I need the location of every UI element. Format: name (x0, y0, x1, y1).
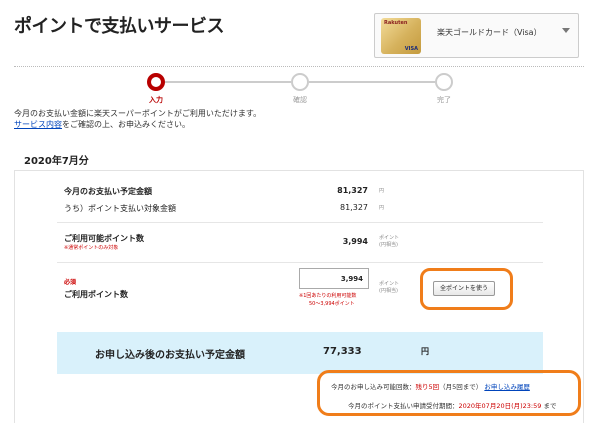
service-details-link[interactable]: サービス内容 (14, 120, 62, 129)
application-count-info: 今月のお申し込み可能回数：残り5回（月5回まで） お申し込み履歴 (331, 381, 530, 391)
intro-line-2: サービス内容をご確認の上、お申込みください。 (14, 119, 261, 130)
use-points-label: ご利用ポイント数 (64, 290, 128, 299)
limit-note-1: ※1回あたりの利用可能数 (299, 293, 357, 299)
available-points-unit: ポイント (円相当) (379, 235, 399, 249)
credit-card-image: Rakuten VISA (381, 18, 421, 54)
remaining-count: 残り5回 (415, 383, 440, 391)
application-period-info: 今月のポイント支払い申請受付期間：2020年07月20日(月)23:59 まで (348, 400, 556, 410)
step-label-complete: 完了 (437, 96, 451, 104)
step-label-confirm: 確認 (293, 96, 307, 104)
intro-text: 今月のお支払い金額に楽天スーパーポイントがご利用いただけます。 サービス内容をご… (14, 108, 261, 130)
application-count-limit: （月5回まで） (439, 383, 483, 391)
step-circle-confirm (291, 73, 309, 91)
intro-line-1: 今月のお支払い金額に楽天スーパーポイントがご利用いただけます。 (14, 109, 262, 118)
eligible-amount-unit: 円 (379, 205, 385, 211)
step-connector (309, 81, 435, 83)
total-value: 77,333 (323, 346, 362, 357)
application-count-prefix: 今月のお申し込み可能回数： (331, 383, 416, 391)
step-label-input: 入力 (149, 96, 163, 104)
available-points-value: 3,994 (342, 237, 368, 246)
selected-card-name: 楽天ゴールドカード（Visa） (437, 28, 542, 37)
chevron-down-icon (562, 28, 570, 33)
billing-month: 2020年7月分 (24, 156, 89, 167)
step-circle-complete (435, 73, 453, 91)
scheduled-amount-unit: 円 (379, 188, 385, 194)
scheduled-amount-label: 今月のお支払い予定金額 (64, 187, 152, 196)
divider (14, 66, 584, 67)
application-period-prefix: 今月のポイント支払い申請受付期間： (348, 402, 459, 410)
use-points-unit-2: (円相当) (379, 288, 398, 294)
step-circle-input (147, 73, 165, 91)
required-badge: 必須 (64, 279, 77, 286)
application-period-suffix: まで (543, 402, 557, 410)
use-points-unit: ポイント (円相当) (379, 281, 399, 295)
highlight-annotation (420, 268, 513, 310)
limit-note-2: 50～3,994ポイント (309, 301, 355, 307)
card-visa-logo: VISA (404, 46, 418, 52)
available-points-label: ご利用可能ポイント数 (64, 234, 144, 243)
total-unit: 円 (421, 347, 429, 356)
use-points-input[interactable] (299, 268, 369, 289)
card-select-dropdown[interactable]: Rakuten VISA 楽天ゴールドカード（Visa） (374, 13, 579, 58)
eligible-amount-value: 81,327 (340, 203, 368, 212)
card-brand-text: Rakuten (384, 20, 408, 26)
row-divider (57, 262, 543, 263)
step-connector (165, 81, 291, 83)
application-history-link[interactable]: お申し込み履歴 (484, 383, 530, 391)
eligible-amount-label: うち）ポイント支払い対象金額 (64, 204, 176, 213)
progress-steps: 入力 確認 完了 (0, 72, 600, 104)
total-label: お申し込み後のお支払い予定金額 (95, 350, 245, 361)
available-points-unit-2: (円相当) (379, 242, 398, 248)
available-points-unit-1: ポイント (379, 235, 400, 241)
use-points-unit-1: ポイント (379, 281, 400, 287)
application-deadline: 2020年07月20日(月)23:59 (458, 402, 542, 410)
page-title: ポイントで支払いサービス (14, 16, 225, 37)
available-points-note: ※通常ポイントのみ対象 (64, 245, 119, 251)
total-bar: お申し込み後のお支払い予定金額 77,333 円 (57, 332, 543, 374)
row-divider (57, 222, 543, 223)
intro-line-2-rest: をご確認の上、お申込みください。 (62, 120, 190, 129)
scheduled-amount-value: 81,327 (337, 186, 368, 195)
